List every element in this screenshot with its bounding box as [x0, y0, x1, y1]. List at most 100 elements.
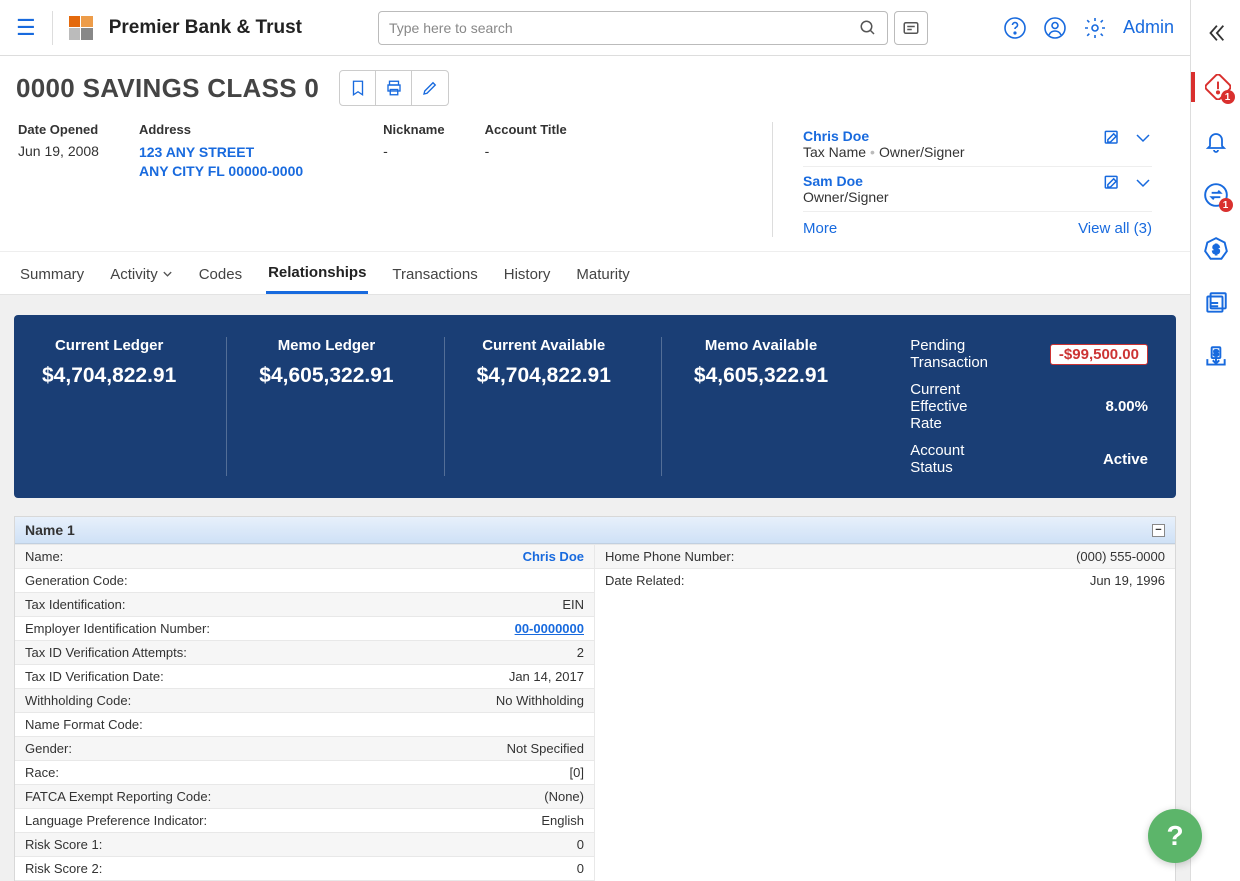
page-title: 0000 SAVINGS CLASS 0 [16, 73, 319, 104]
edit-button[interactable] [412, 71, 448, 105]
detail-label: Gender: [25, 741, 507, 756]
current-available-value: $4,704,822.91 [477, 364, 611, 388]
detail-label: Date Related: [605, 573, 1090, 588]
detail-value: [0] [570, 765, 584, 780]
detail-row: Name:Chris Doe [15, 544, 594, 568]
alert-icon[interactable]: 1 [1205, 74, 1231, 100]
tab-history[interactable]: History [502, 252, 553, 294]
tab-activity[interactable]: Activity [108, 252, 175, 294]
acct-status-label: Account Status [910, 442, 990, 476]
app-title: Premier Bank & Trust [109, 17, 302, 39]
title-actions [339, 70, 449, 106]
detail-row: Language Preference Indicator:English [15, 808, 594, 832]
memo-ledger-label: Memo Ledger [259, 337, 393, 354]
collapse-rail-icon[interactable] [1205, 22, 1227, 44]
eff-rate-label: Current Effective Rate [910, 381, 990, 432]
tab-summary[interactable]: Summary [18, 252, 86, 294]
nickname-value: - [383, 143, 444, 159]
pending-tx-value: -$99,500.00 [1050, 344, 1148, 365]
detail-row: Generation Code: [15, 568, 594, 592]
help-icon[interactable] [1003, 16, 1027, 40]
detail-label: Generation Code: [25, 573, 584, 588]
svg-text:$: $ [1212, 242, 1219, 256]
detail-label: Race: [25, 765, 570, 780]
tab-transactions[interactable]: Transactions [390, 252, 479, 294]
account-title-label: Account Title [485, 122, 567, 137]
chevron-down-icon[interactable] [1134, 132, 1152, 144]
more-link[interactable]: More [803, 220, 837, 237]
detail-value: English [541, 813, 584, 828]
detail-panel: Name 1 − Name:Chris Doe Generation Code: T… [14, 516, 1176, 881]
admin-link[interactable]: Admin [1123, 17, 1174, 38]
edit-signer-icon[interactable] [1102, 128, 1122, 148]
detail-value[interactable]: Chris Doe [523, 549, 584, 564]
gear-icon[interactable] [1083, 16, 1107, 40]
search-settings-button[interactable] [894, 11, 928, 45]
detail-label: Withholding Code: [25, 693, 496, 708]
detail-value: (000) 555-0000 [1076, 549, 1165, 564]
edit-signer-icon[interactable] [1102, 173, 1122, 193]
search-icon[interactable] [859, 19, 877, 37]
detail-value: EIN [562, 597, 584, 612]
detail-row: Tax ID Verification Date:Jan 14, 2017 [15, 664, 594, 688]
search-box[interactable] [378, 11, 888, 45]
help-fab[interactable]: ? [1148, 809, 1202, 863]
detail-label: Employer Identification Number: [25, 621, 515, 636]
tab-codes[interactable]: Codes [197, 252, 244, 294]
nickname-label: Nickname [383, 122, 444, 137]
detail-label: Risk Score 2: [25, 861, 577, 876]
search-input[interactable] [389, 20, 859, 36]
collapse-icon[interactable]: − [1152, 524, 1165, 537]
divider [52, 11, 53, 45]
user-icon[interactable] [1043, 16, 1067, 40]
transfer-icon[interactable]: 1 [1203, 182, 1229, 208]
app-logo [69, 16, 93, 40]
print-button[interactable] [376, 71, 412, 105]
transfer-badge: 1 [1219, 198, 1233, 212]
detail-row: Tax Identification:EIN [15, 592, 594, 616]
tab-relationships[interactable]: Relationships [266, 252, 368, 294]
detail-value: 0 [577, 837, 584, 852]
eff-rate-value: 8.00% [1105, 398, 1148, 415]
acct-status-value: Active [1103, 451, 1148, 468]
tab-bar: Summary Activity Codes Relationships Tra… [0, 252, 1190, 295]
signer-name[interactable]: Sam Doe [803, 173, 1102, 189]
signer-role: Tax Name•Owner/Signer [803, 144, 1102, 160]
detail-row: Gender:Not Specified [15, 736, 594, 760]
view-all-link[interactable]: View all (3) [1078, 220, 1152, 237]
chevron-down-icon[interactable] [1134, 177, 1152, 189]
deposit-icon[interactable]: $ [1203, 344, 1229, 370]
balance-bar: Current Ledger $4,704,822.91 Memo Ledger… [14, 315, 1176, 498]
menu-icon[interactable]: ☰ [16, 15, 36, 41]
documents-icon[interactable] [1203, 290, 1229, 316]
right-rail: 1 1 $ $ [1190, 0, 1240, 881]
detail-label: Home Phone Number: [605, 549, 1076, 564]
detail-label: Tax Identification: [25, 597, 562, 612]
date-opened-value: Jun 19, 2008 [18, 143, 99, 159]
pending-tx-label: Pending Transaction [910, 337, 990, 371]
dollar-icon[interactable]: $ [1203, 236, 1229, 262]
detail-row: Race:[0] [15, 760, 594, 784]
section-header: Name 1 − [15, 517, 1175, 544]
bookmark-button[interactable] [340, 71, 376, 105]
signer-name[interactable]: Chris Doe [803, 128, 1102, 144]
memo-ledger-value: $4,605,322.91 [259, 364, 393, 388]
current-available-label: Current Available [477, 337, 611, 354]
detail-row: Withholding Code:No Withholding [15, 688, 594, 712]
detail-row: Tax ID Verification Attempts:2 [15, 640, 594, 664]
detail-row: Risk Score 2:0 [15, 856, 594, 880]
bell-icon[interactable] [1204, 130, 1228, 154]
detail-label: Name: [25, 549, 523, 564]
signer-role: Owner/Signer [803, 189, 1102, 205]
address-value[interactable]: 123 ANY STREET ANY CITY FL 00000-0000 [139, 143, 303, 181]
detail-label: FATCA Exempt Reporting Code: [25, 789, 544, 804]
current-ledger-label: Current Ledger [42, 337, 176, 354]
memo-available-label: Memo Available [694, 337, 828, 354]
current-ledger-value: $4,704,822.91 [42, 364, 176, 388]
detail-value[interactable]: 00-0000000 [515, 621, 584, 636]
tab-maturity[interactable]: Maturity [574, 252, 631, 294]
app-header: ☰ Premier Bank & Trust [0, 0, 1190, 56]
detail-label: Tax ID Verification Attempts: [25, 645, 577, 660]
detail-value: No Withholding [496, 693, 584, 708]
date-opened-label: Date Opened [18, 122, 99, 137]
